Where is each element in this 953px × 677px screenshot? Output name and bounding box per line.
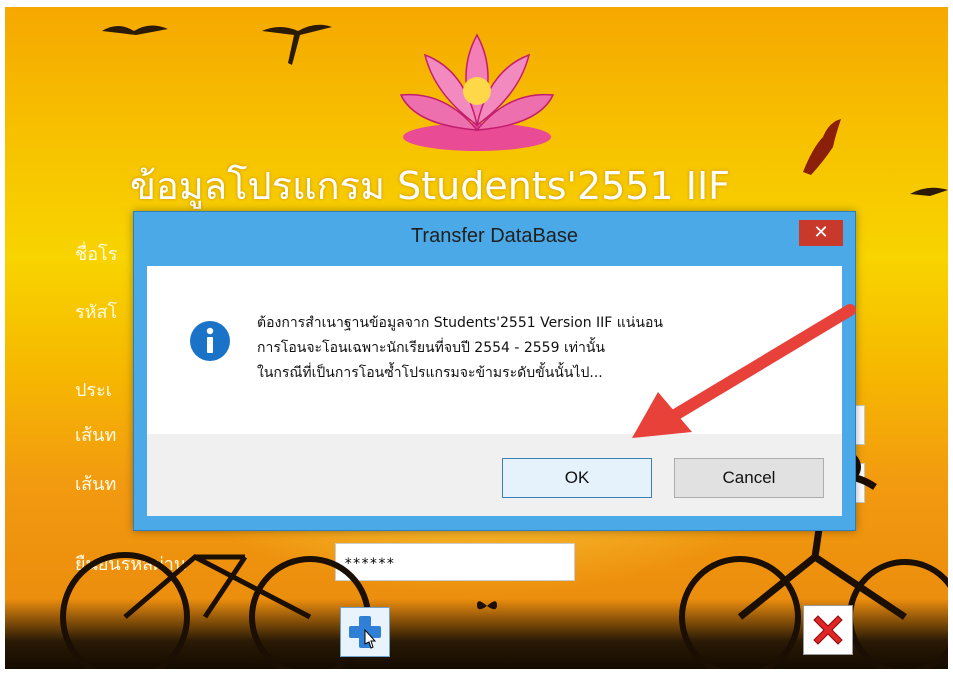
dialog-message-line: ในกรณีที่เป็นการโอนซ้ำโปรแกรมจะข้ามระดับ…	[257, 365, 603, 381]
dialog-close-button[interactable]: ✕	[799, 220, 843, 246]
add-user-icon	[349, 616, 381, 649]
dialog-title: Transfer DataBase	[410, 225, 579, 247]
form-label-path-2: เส้นท	[75, 474, 117, 495]
info-icon	[190, 321, 230, 361]
cancel-button[interactable]: Cancel	[674, 458, 824, 498]
arrow-annotation-icon	[632, 304, 856, 438]
bird-icon	[262, 24, 332, 65]
dialog-message-line: การโอนจะโอนเฉพาะนักเรียนที่จบปี 2554 - 2…	[257, 340, 605, 356]
butterfly-icon	[477, 601, 497, 610]
exit-icon	[813, 615, 843, 645]
app-title: ข้อมูลโปรแกรม Students'2551 IIF	[130, 164, 731, 208]
ok-button[interactable]: OK	[502, 458, 652, 498]
bird-icon	[102, 25, 168, 35]
bird-icon	[910, 187, 948, 196]
exit-button[interactable]	[803, 605, 853, 655]
form-label-type: ประเ	[75, 380, 112, 401]
form-label-path-1: เส้นท	[75, 425, 117, 446]
add-user-button[interactable]	[340, 607, 390, 657]
form-label-school-code: รหัสโ	[75, 302, 118, 323]
form-label-school-name: ชื่อโร	[75, 244, 118, 265]
dialog-message-line: ต้องการสำเนาฐานข้อมูลจาก Students'2551 V…	[257, 315, 663, 331]
lotus-logo-icon	[399, 33, 555, 151]
bicycle-silhouette-left	[60, 552, 371, 669]
bird-icon	[803, 119, 841, 175]
close-icon: ✕	[813, 222, 829, 242]
